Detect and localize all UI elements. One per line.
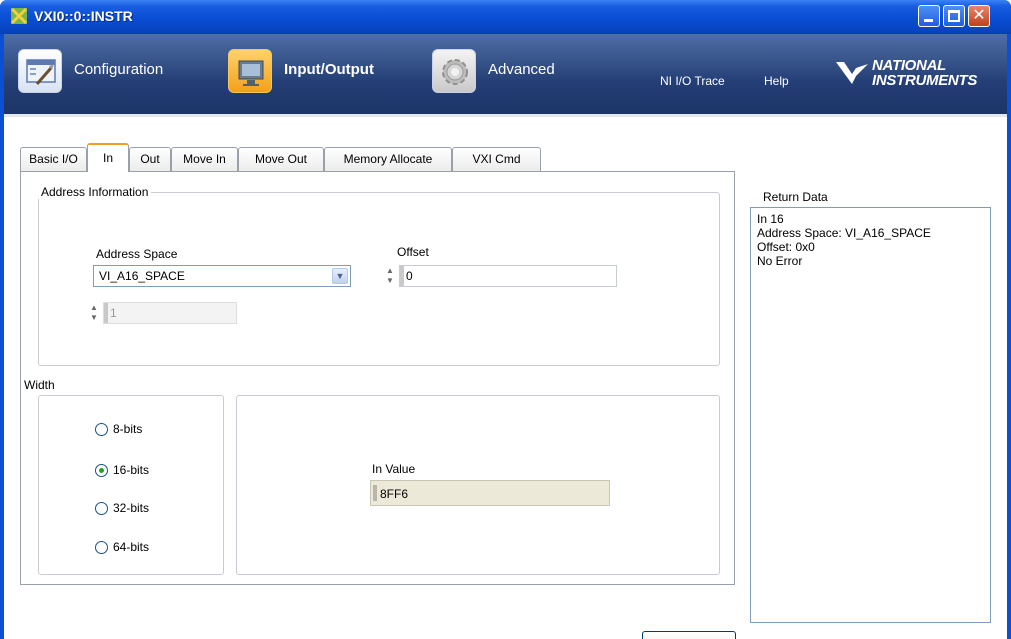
in-value-indicator: 8FF6: [370, 480, 610, 506]
main-toolbar: Configuration Input/Output Advanced NI I…: [4, 34, 1007, 114]
radio-32-bits[interactable]: [95, 502, 108, 515]
offset-label: Offset: [397, 245, 429, 259]
ni-logo-text: NATIONAL INSTRUMENTS: [872, 57, 978, 89]
toolbar-label-advanced: Advanced: [488, 61, 555, 78]
minimize-icon: [924, 19, 933, 22]
ni-eagle-icon: [836, 62, 868, 84]
help-link[interactable]: Help: [764, 74, 789, 88]
radio-label-64-bits: 64-bits: [113, 540, 150, 554]
radio-16-bits[interactable]: [95, 464, 108, 477]
tab-out[interactable]: Out: [129, 147, 171, 171]
minimize-button[interactable]: [918, 5, 940, 27]
close-button[interactable]: ✕: [968, 5, 990, 27]
toolbar-configuration[interactable]: Configuration: [18, 49, 208, 93]
count-numeric: ▲ ▼ 1: [87, 302, 237, 324]
count-increment-bar: [104, 303, 108, 323]
client-area: Configuration Input/Output Advanced NI I…: [4, 34, 1007, 639]
offset-input[interactable]: 0: [399, 265, 617, 287]
width-option-16-bits[interactable]: 16-bits: [95, 463, 195, 481]
title-bar[interactable]: VXI0::0::INSTR ✕: [0, 0, 1011, 34]
tab-move-in[interactable]: Move In: [171, 147, 238, 171]
address-space-value: VI_A16_SPACE: [99, 269, 185, 283]
return-data-line: Offset: 0x0: [757, 240, 815, 254]
in-value-label: In Value: [372, 462, 416, 476]
execute-button[interactable]: Execute: [642, 631, 736, 639]
tab-basic-io[interactable]: Basic I/O: [20, 147, 87, 171]
radio-8-bits[interactable]: [95, 423, 108, 436]
toolbar-label-input-output: Input/Output: [284, 61, 374, 78]
return-data-line: In 16: [757, 212, 784, 226]
gear-icon: [432, 49, 476, 93]
return-data-line: No Error: [757, 254, 803, 268]
tab-memory-allocate[interactable]: Memory Allocate: [324, 147, 452, 171]
in-value-increment-bar: [373, 485, 377, 501]
ni-io-trace-link[interactable]: NI I/O Trace: [660, 74, 725, 88]
width-option-64-bits[interactable]: 64-bits: [95, 540, 195, 558]
main-content: Basic I/O In Out Move In Move Out Memory…: [4, 114, 1007, 639]
maximize-icon: [948, 10, 960, 22]
in-value-group: In Value 8FF6: [236, 395, 720, 575]
return-data-line: Address Space: VI_A16_SPACE: [757, 226, 931, 240]
ni-app-icon: [10, 7, 28, 25]
window-title: VXI0::0::INSTR: [34, 8, 133, 24]
application-window: VXI0::0::INSTR ✕ Configuration Input/Out…: [0, 0, 1011, 639]
input-output-icon: [228, 49, 272, 93]
close-icon: ✕: [972, 7, 986, 24]
toolbar-advanced[interactable]: Advanced: [432, 49, 602, 93]
width-group: 8-bits 16-bits 32-bits 64-bits: [38, 395, 224, 575]
radio-label-16-bits: 16-bits: [113, 463, 150, 477]
width-option-8-bits[interactable]: 8-bits: [95, 422, 195, 440]
return-data-box[interactable]: In 16 Address Space: VI_A16_SPACE Offset…: [750, 207, 991, 623]
count-value: 1: [110, 306, 117, 320]
maximize-button[interactable]: [943, 5, 965, 27]
address-space-label: Address Space: [96, 247, 178, 261]
radio-label-32-bits: 32-bits: [113, 501, 150, 515]
tab-move-out[interactable]: Move Out: [238, 147, 324, 171]
address-space-select[interactable]: VI_A16_SPACE ▼: [93, 265, 351, 287]
return-data-label: Return Data: [763, 190, 828, 204]
offset-increment-bar: [400, 266, 404, 286]
radio-label-8-bits: 8-bits: [113, 422, 143, 436]
configuration-icon: [18, 49, 62, 93]
count-input: 1: [103, 302, 237, 324]
count-spin-icon: ▲ ▼: [90, 303, 98, 322]
in-value-value: 8FF6: [380, 487, 409, 501]
tab-in[interactable]: In: [87, 143, 129, 172]
offset-value: 0: [406, 269, 413, 283]
toolbar-label-configuration: Configuration: [74, 61, 164, 78]
tab-vxi-cmd[interactable]: VXI Cmd: [452, 147, 541, 171]
width-label: Width: [22, 378, 57, 392]
in-tab-panel: Address Information Address Space VI_A16…: [20, 171, 735, 585]
radio-64-bits[interactable]: [95, 541, 108, 554]
offset-spin-icon[interactable]: ▲ ▼: [383, 266, 397, 286]
national-instruments-logo: NATIONAL INSTRUMENTS: [834, 58, 1002, 94]
chevron-down-icon[interactable]: ▼: [332, 268, 348, 284]
address-information-legend: Address Information: [38, 185, 152, 199]
width-option-32-bits[interactable]: 32-bits: [95, 501, 195, 519]
offset-numeric: ▲ ▼ 0: [383, 265, 621, 287]
toolbar-input-output[interactable]: Input/Output: [228, 49, 418, 93]
